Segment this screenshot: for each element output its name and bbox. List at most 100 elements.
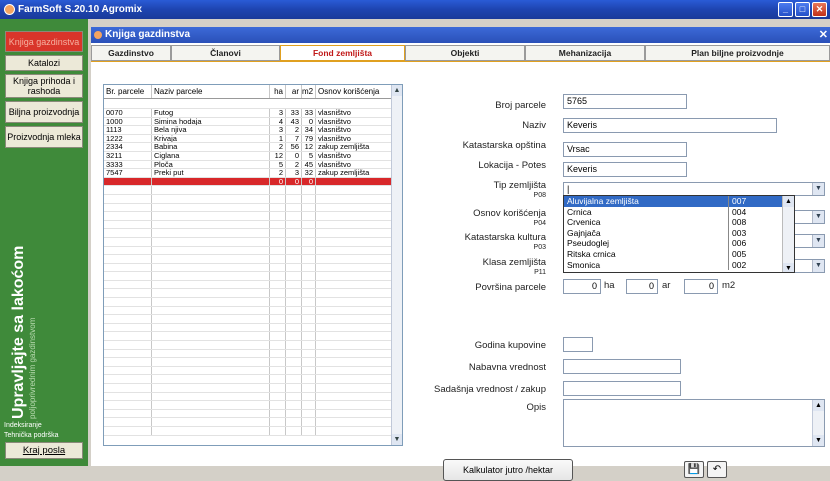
table-cell[interactable] xyxy=(270,298,286,306)
table-row[interactable] xyxy=(104,203,402,213)
table-row[interactable] xyxy=(104,306,402,316)
table-cell[interactable]: 3 xyxy=(270,126,286,134)
table-cell[interactable] xyxy=(302,349,316,358)
table-cell[interactable] xyxy=(270,246,286,255)
table-cell[interactable] xyxy=(104,203,152,212)
table-cell[interactable] xyxy=(104,255,152,263)
table-cell[interactable] xyxy=(316,392,394,401)
table-cell[interactable] xyxy=(152,366,270,375)
table-cell[interactable] xyxy=(316,349,394,358)
table-cell[interactable] xyxy=(302,289,316,298)
table-cell[interactable] xyxy=(152,323,270,332)
table-cell[interactable] xyxy=(316,280,394,289)
table-cell[interactable]: 0 xyxy=(270,177,286,186)
table-cell[interactable]: 34 xyxy=(302,126,316,134)
table-cell[interactable] xyxy=(316,375,394,383)
table-cell[interactable] xyxy=(302,323,316,332)
table-cell[interactable] xyxy=(316,246,394,255)
dropdown-option[interactable]: Smonica 002 xyxy=(564,259,794,271)
table-cell[interactable]: 12 xyxy=(270,151,286,160)
table-cell[interactable] xyxy=(302,426,316,435)
broj-parcele-field[interactable]: 5765 xyxy=(563,94,687,109)
table-cell[interactable] xyxy=(104,298,152,306)
chevron-down-icon[interactable]: ▼ xyxy=(812,235,824,247)
table-cell[interactable] xyxy=(286,401,302,409)
table-cell[interactable]: vlasništvo xyxy=(316,109,394,117)
sidebar-item-proizvodnja-mleka[interactable]: Proizvodnja mleka xyxy=(5,126,83,148)
table-cell[interactable] xyxy=(316,426,394,435)
table-cell[interactable] xyxy=(104,358,152,366)
sidebar-link-indeksiranje[interactable]: Indeksiranje xyxy=(4,422,42,429)
table-cell[interactable] xyxy=(302,341,316,349)
naziv-field[interactable]: Keveris xyxy=(563,118,777,133)
table-cell[interactable] xyxy=(270,272,286,280)
column-header[interactable]: Naziv parcele xyxy=(152,85,270,98)
table-cell[interactable] xyxy=(302,212,316,220)
table-cell[interactable] xyxy=(270,255,286,263)
table-cell[interactable] xyxy=(152,203,270,212)
table-cell[interactable] xyxy=(270,237,286,246)
table-cell[interactable]: 56 xyxy=(286,143,302,151)
table-cell[interactable] xyxy=(286,349,302,358)
table-row[interactable] xyxy=(104,392,402,402)
table-cell[interactable] xyxy=(152,263,270,272)
table-cell[interactable] xyxy=(286,384,302,392)
table-cell[interactable] xyxy=(286,418,302,426)
table-cell[interactable] xyxy=(286,315,302,323)
table-cell[interactable] xyxy=(302,366,316,375)
sidebar-item-biljna-proizvodnja[interactable]: Biljna proizvodnja xyxy=(5,101,83,123)
table-cell[interactable] xyxy=(316,358,394,366)
table-cell[interactable] xyxy=(316,203,394,212)
table-cell[interactable]: Ploča xyxy=(152,160,270,169)
table-cell[interactable] xyxy=(152,349,270,358)
new-row[interactable]: 000 xyxy=(104,177,402,187)
table-cell[interactable] xyxy=(302,186,316,194)
table-cell[interactable] xyxy=(302,384,316,392)
table-cell[interactable] xyxy=(270,341,286,349)
column-header[interactable]: Br. parcele xyxy=(104,85,152,98)
table-cell[interactable]: 5 xyxy=(302,151,316,160)
table-cell[interactable]: 2 xyxy=(286,160,302,169)
table-cell[interactable] xyxy=(270,280,286,289)
table-cell[interactable] xyxy=(152,426,270,435)
table-cell[interactable]: Futog xyxy=(152,109,270,117)
table-cell[interactable] xyxy=(152,220,270,229)
close-icon[interactable]: ✕ xyxy=(812,2,827,17)
table-cell[interactable] xyxy=(316,306,394,315)
table-cell[interactable]: 2334 xyxy=(104,143,152,151)
table-cell[interactable] xyxy=(316,186,394,194)
table-row[interactable] xyxy=(104,401,402,410)
table-cell[interactable] xyxy=(316,418,394,426)
table-cell[interactable] xyxy=(104,220,152,229)
table-cell[interactable]: 33 xyxy=(286,109,302,117)
table-cell[interactable] xyxy=(316,220,394,229)
table-row[interactable] xyxy=(104,349,402,359)
table-cell[interactable] xyxy=(286,323,302,332)
table-cell[interactable] xyxy=(152,418,270,426)
table-cell[interactable] xyxy=(286,426,302,435)
table-cell[interactable] xyxy=(104,246,152,255)
table-row[interactable] xyxy=(104,315,402,324)
table-cell[interactable] xyxy=(316,384,394,392)
scroll-up-icon[interactable]: ▲ xyxy=(783,196,794,207)
table-row[interactable] xyxy=(104,298,402,307)
table-row[interactable] xyxy=(104,418,402,427)
sidebar-item-katalozi[interactable]: Katalozi xyxy=(5,55,83,71)
scroll-up-icon[interactable]: ▲ xyxy=(813,400,824,411)
maximize-icon[interactable]: □ xyxy=(795,2,810,17)
table-row[interactable] xyxy=(104,263,402,273)
table-cell[interactable] xyxy=(270,375,286,383)
table-cell[interactable] xyxy=(152,289,270,298)
table-cell[interactable] xyxy=(316,229,394,237)
table-cell[interactable]: 3 xyxy=(270,109,286,117)
table-cell[interactable]: vlasništvo xyxy=(316,134,394,143)
table-cell[interactable] xyxy=(104,418,152,426)
table-cell[interactable] xyxy=(286,194,302,203)
table-cell[interactable] xyxy=(302,315,316,323)
table-cell[interactable] xyxy=(302,203,316,212)
table-row[interactable]: 1222 Krivaja 1 7 79 vlasništvo xyxy=(104,134,402,144)
table-cell[interactable]: Simina hodaja xyxy=(152,117,270,126)
table-cell[interactable] xyxy=(104,186,152,194)
scroll-up-icon[interactable]: ▲ xyxy=(392,85,402,96)
table-cell[interactable] xyxy=(286,358,302,366)
